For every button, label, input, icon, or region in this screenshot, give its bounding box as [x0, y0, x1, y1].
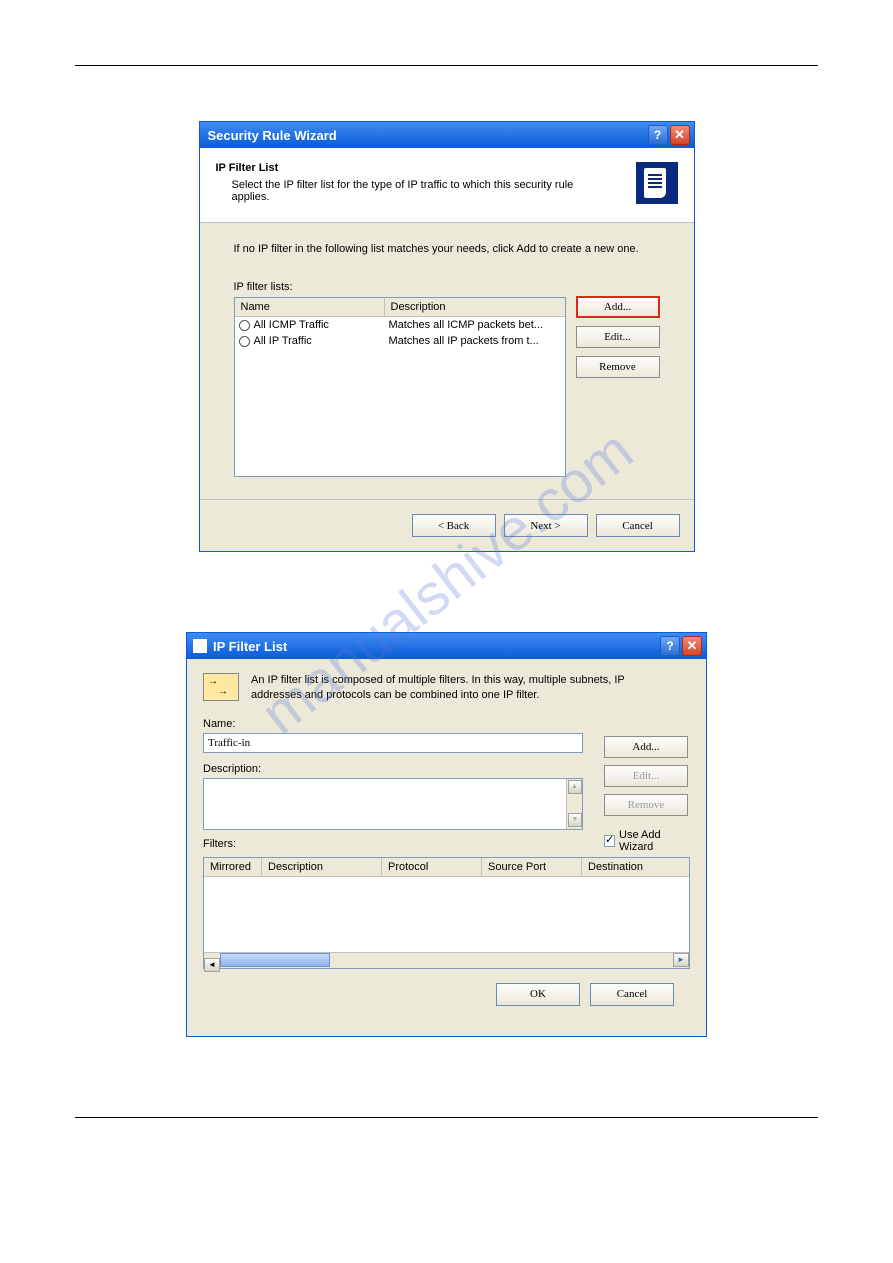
description-textarea[interactable]: ▲ ▼ — [203, 778, 583, 830]
table-header: Mirrored Description Protocol Source Por… — [204, 858, 689, 877]
remove-button: Remove — [604, 794, 688, 816]
instruction-text: If no IP filter in the following list ma… — [234, 243, 660, 255]
document-icon — [193, 639, 207, 653]
col-protocol[interactable]: Protocol — [382, 858, 482, 876]
radio-icon[interactable] — [239, 336, 250, 347]
next-button[interactable]: Next > — [504, 514, 588, 537]
name-input[interactable] — [203, 733, 583, 753]
titlebar: Security Rule Wizard ? ✕ — [200, 122, 694, 148]
col-source-port[interactable]: Source Port — [482, 858, 582, 876]
col-mirrored[interactable]: Mirrored — [204, 858, 262, 876]
help-button[interactable]: ? — [660, 636, 680, 656]
security-rule-wizard-dialog: Security Rule Wizard ? ✕ IP Filter List … — [199, 121, 695, 552]
use-add-wizard-label: Use Add Wizard — [619, 829, 690, 853]
row-desc: Matches all IP packets from t... — [389, 335, 561, 347]
filter-lists-label: IP filter lists: — [234, 281, 660, 293]
row-name: All ICMP Traffic — [254, 319, 329, 331]
wizard-footer: < Back Next > Cancel — [200, 499, 694, 551]
dialog-title: Security Rule Wizard — [208, 128, 337, 143]
scroll-icon — [636, 162, 678, 204]
intro-text: An IP filter list is composed of multipl… — [251, 673, 651, 704]
name-label: Name: — [203, 718, 590, 730]
ip-filter-listbox[interactable]: Name Description All ICMP Traffic Matche… — [234, 297, 566, 477]
back-button[interactable]: < Back — [412, 514, 496, 537]
filters-table[interactable]: Mirrored Description Protocol Source Por… — [203, 857, 690, 969]
vertical-scrollbar[interactable]: ▲ ▼ — [566, 779, 582, 829]
list-row[interactable]: All IP Traffic Matches all IP packets fr… — [235, 333, 565, 349]
bottom-rule — [75, 1117, 818, 1118]
add-button[interactable]: Add... — [576, 296, 660, 318]
radio-icon[interactable] — [239, 320, 250, 331]
scroll-up-icon[interactable]: ▲ — [568, 780, 582, 794]
col-name[interactable]: Name — [235, 298, 385, 316]
cancel-button[interactable]: Cancel — [590, 983, 674, 1006]
remove-button[interactable]: Remove — [576, 356, 660, 378]
close-button[interactable]: ✕ — [670, 125, 690, 145]
filter-concept-icon — [203, 673, 239, 701]
ip-filter-list-dialog: IP Filter List ? ✕ An IP filter list is … — [186, 632, 707, 1037]
list-row[interactable]: All ICMP Traffic Matches all ICMP packet… — [235, 317, 565, 333]
help-button[interactable]: ? — [648, 125, 668, 145]
edit-button[interactable]: Edit... — [576, 326, 660, 348]
col-description[interactable]: Description — [385, 298, 565, 316]
scroll-down-icon[interactable]: ▼ — [568, 813, 582, 827]
edit-button: Edit... — [604, 765, 688, 787]
ok-button[interactable]: OK — [496, 983, 580, 1006]
close-button[interactable]: ✕ — [682, 636, 702, 656]
titlebar: IP Filter List ? ✕ — [187, 633, 706, 659]
col-destination[interactable]: Destination — [582, 858, 689, 876]
row-name: All IP Traffic — [254, 335, 312, 347]
scroll-thumb[interactable] — [220, 953, 330, 967]
row-desc: Matches all ICMP packets bet... — [389, 319, 561, 331]
cancel-button[interactable]: Cancel — [596, 514, 680, 537]
add-button[interactable]: Add... — [604, 736, 688, 758]
scroll-left-icon[interactable]: ◄ — [204, 958, 220, 972]
horizontal-scrollbar[interactable]: ◄ ► — [204, 952, 689, 968]
description-label: Description: — [203, 763, 590, 775]
wizard-header-title: IP Filter List — [216, 162, 596, 174]
dialog-title: IP Filter List — [213, 639, 287, 654]
wizard-header: IP Filter List Select the IP filter list… — [200, 148, 694, 223]
top-rule — [75, 65, 818, 66]
col-description[interactable]: Description — [262, 858, 382, 876]
list-header: Name Description — [235, 298, 565, 317]
dialog-footer: OK Cancel — [203, 969, 690, 1022]
scroll-right-icon[interactable]: ► — [673, 953, 689, 967]
wizard-header-subtitle: Select the IP filter list for the type o… — [216, 179, 596, 203]
use-add-wizard-checkbox[interactable] — [604, 835, 615, 847]
filters-label: Filters: — [203, 838, 590, 850]
